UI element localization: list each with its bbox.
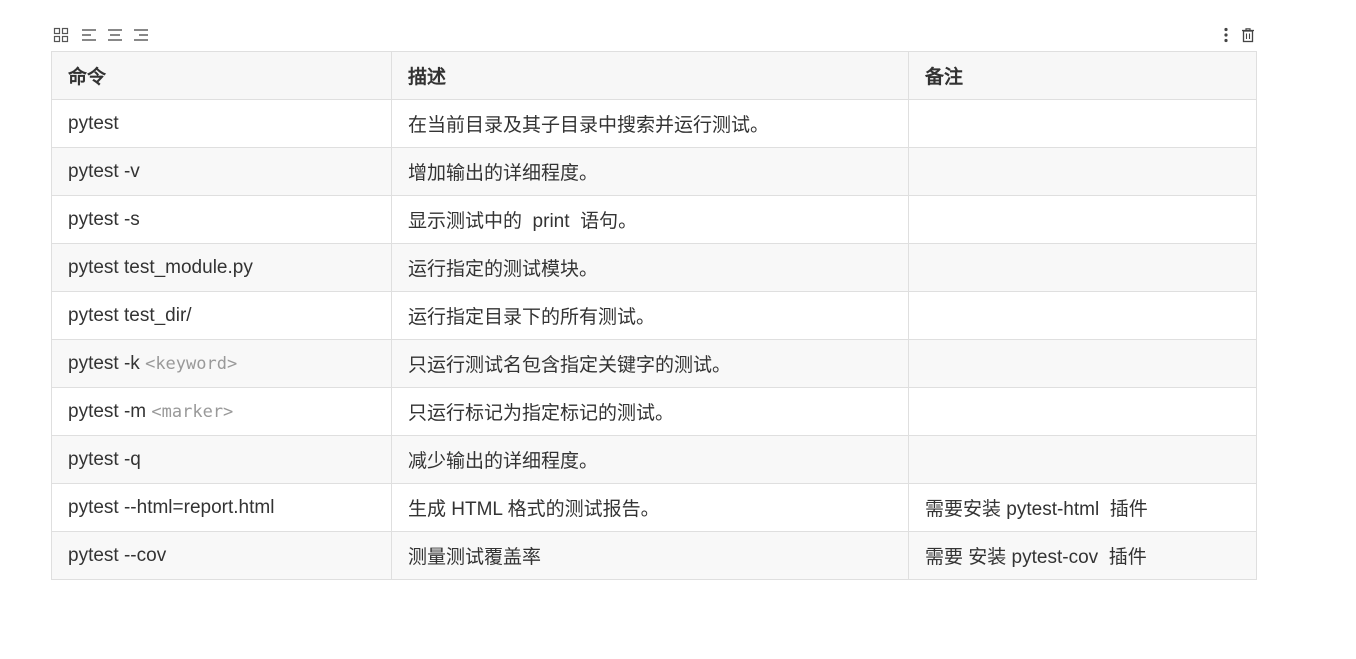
header-note[interactable]: 备注: [908, 51, 1257, 100]
cell-note[interactable]: [908, 195, 1257, 244]
table-toolbar: [51, 24, 1256, 48]
table-row: pytest -v 增加输出的详细程度。: [51, 147, 1257, 196]
table-row: pytest --html=report.html 生成 HTML 格式的测试报…: [51, 483, 1257, 532]
cell-command[interactable]: pytest -q: [51, 435, 392, 484]
command-text: pytest test_dir/: [68, 304, 192, 326]
cell-command[interactable]: pytest test_module.py: [51, 243, 392, 292]
cell-note[interactable]: [908, 339, 1257, 388]
cell-description[interactable]: 只运行测试名包含指定关键字的测试。: [391, 339, 909, 388]
table-row: pytest test_module.py 运行指定的测试模块。: [51, 243, 1257, 292]
cell-note[interactable]: 需要 安装 pytest-cov 插件: [908, 531, 1257, 580]
cell-description[interactable]: 减少输出的详细程度。: [391, 435, 909, 484]
cell-command[interactable]: pytest test_dir/: [51, 291, 392, 340]
table-row: pytest -q 减少输出的详细程度。: [51, 435, 1257, 484]
command-text: pytest -m: [68, 400, 152, 422]
header-description[interactable]: 描述: [391, 51, 909, 100]
align-center-icon[interactable]: [105, 24, 125, 46]
table-row: pytest -k <keyword> 只运行测试名包含指定关键字的测试。: [51, 339, 1257, 388]
command-placeholder-code: <marker>: [151, 401, 234, 422]
cell-description[interactable]: 在当前目录及其子目录中搜索并运行测试。: [391, 99, 909, 148]
command-text: pytest --html=report.html: [68, 496, 275, 518]
cell-command[interactable]: pytest: [51, 99, 392, 148]
command-text: pytest --cov: [68, 544, 167, 566]
cell-description[interactable]: 生成 HTML 格式的测试报告。: [391, 483, 909, 532]
cell-description[interactable]: 增加输出的详细程度。: [391, 147, 909, 196]
command-text: pytest -k: [68, 352, 146, 374]
cell-command[interactable]: pytest -k <keyword>: [51, 339, 392, 388]
table-row: pytest -m <marker> 只运行标记为指定标记的测试。: [51, 387, 1257, 436]
align-left-icon[interactable]: [79, 24, 99, 46]
cell-command[interactable]: pytest -s: [51, 195, 392, 244]
cell-note[interactable]: 需要安装 pytest-html 插件: [908, 483, 1257, 532]
cell-description[interactable]: 运行指定目录下的所有测试。: [391, 291, 909, 340]
table-row: pytest 在当前目录及其子目录中搜索并运行测试。: [51, 99, 1257, 148]
command-placeholder-code: <keyword>: [145, 353, 238, 374]
commands-table: 命令 描述 备注 pytest 在当前目录及其子目录中搜索并运行测试。 pyte…: [51, 51, 1257, 580]
command-text: pytest: [68, 112, 119, 134]
cell-description[interactable]: 只运行标记为指定标记的测试。: [391, 387, 909, 436]
cell-command[interactable]: pytest --html=report.html: [51, 483, 392, 532]
commands-table-container: 命令 描述 备注 pytest 在当前目录及其子目录中搜索并运行测试。 pyte…: [51, 51, 1257, 580]
command-text: pytest -v: [68, 160, 140, 182]
command-text: pytest -s: [68, 208, 140, 230]
cell-note[interactable]: [908, 99, 1257, 148]
cell-note[interactable]: [908, 243, 1257, 292]
cell-note[interactable]: [908, 291, 1257, 340]
command-text: pytest -q: [68, 448, 141, 470]
command-text: pytest test_module.py: [68, 256, 253, 278]
cell-note[interactable]: [908, 387, 1257, 436]
cell-note[interactable]: [908, 147, 1257, 196]
align-right-icon[interactable]: [131, 24, 151, 46]
table-header-row: 命令 描述 备注: [51, 51, 1257, 100]
cell-description[interactable]: 显示测试中的 print 语句。: [391, 195, 909, 244]
cell-note[interactable]: [908, 435, 1257, 484]
trash-icon[interactable]: [1238, 24, 1258, 46]
table-row: pytest test_dir/ 运行指定目录下的所有测试。: [51, 291, 1257, 340]
cell-command[interactable]: pytest -m <marker>: [51, 387, 392, 436]
cell-command[interactable]: pytest -v: [51, 147, 392, 196]
more-vertical-icon[interactable]: [1216, 24, 1236, 46]
cell-description[interactable]: 测量测试覆盖率: [391, 531, 909, 580]
table-row: pytest --cov 测量测试覆盖率 需要 安装 pytest-cov 插件: [51, 531, 1257, 580]
cell-command[interactable]: pytest --cov: [51, 531, 392, 580]
grid-icon[interactable]: [51, 24, 71, 46]
table-row: pytest -s 显示测试中的 print 语句。: [51, 195, 1257, 244]
table-body: pytest 在当前目录及其子目录中搜索并运行测试。 pytest -v 增加输…: [51, 99, 1257, 580]
header-command[interactable]: 命令: [51, 51, 392, 100]
cell-description[interactable]: 运行指定的测试模块。: [391, 243, 909, 292]
